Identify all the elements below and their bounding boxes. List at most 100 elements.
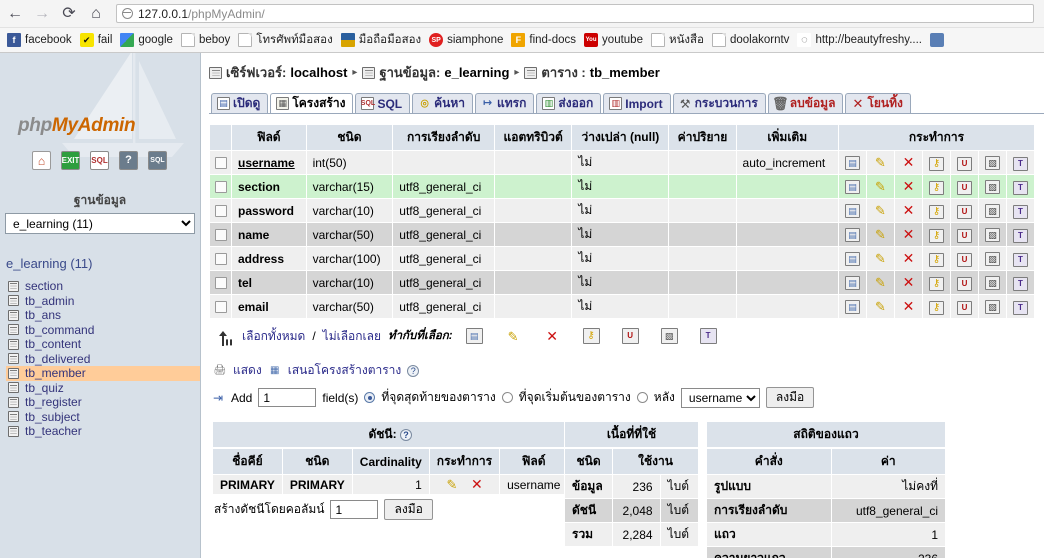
action-cell[interactable]: ⚷ [923,151,951,175]
drop-column-icon[interactable]: ✕ [901,203,916,217]
add-index-icon[interactable]: ▧ [985,204,1000,218]
edit-column-icon[interactable]: ✎ [873,275,888,289]
action-cell[interactable]: ✕ [895,199,923,223]
tab-struct[interactable]: ▦โครงสร้าง [270,93,353,113]
action-cell[interactable]: ▧ [979,175,1007,199]
sidebar-table-tb_ans[interactable]: tb_ans [6,308,200,323]
bookmark-item[interactable]: Youyoutube [581,32,648,48]
bookmark-item[interactable]: ◌http://beautyfreshy.... [794,32,927,48]
sidebar-table-tb_member[interactable]: tb_member [6,366,200,381]
drop-column-icon[interactable]: ✕ [901,251,916,265]
add-index-icon[interactable]: ▧ [985,156,1000,170]
drop-column-icon[interactable]: ✕ [901,299,916,313]
browse-column-icon[interactable]: ▤ [845,228,860,242]
action-cell[interactable]: ✕ [895,295,923,319]
primary-key-icon[interactable]: ⚷ [929,157,944,171]
tab-browse[interactable]: ▤เปิดดู [211,93,268,113]
sidebar-table-tb_delivered[interactable]: tb_delivered [6,352,200,367]
edit-column-icon[interactable]: ✎ [873,179,888,193]
browse-column-icon[interactable]: ▤ [845,300,860,314]
edit-column-icon[interactable]: ✎ [873,299,888,313]
add-index-icon[interactable]: ▧ [985,276,1000,290]
action-cell[interactable]: ▧ [979,271,1007,295]
fulltext-index-icon[interactable]: T [1013,277,1028,291]
action-cell[interactable]: ✕ [895,175,923,199]
index-action-cell[interactable]: ✎✕ [429,475,499,495]
add-field-count-input[interactable] [258,388,316,407]
action-cell[interactable]: U [951,199,979,223]
bookmark-item[interactable]: SPsiamphone [426,32,508,48]
fulltext-index-icon[interactable]: T [1013,181,1028,195]
structure-row[interactable]: sectionvarchar(15)utf8_general_ciไม่▤✎✕⚷… [210,175,1035,199]
sidebar-table-tb_admin[interactable]: tb_admin [6,294,200,309]
sql-icon[interactable]: SQL [90,151,109,170]
browse-column-icon[interactable]: ▤ [845,180,860,194]
action-cell[interactable]: ▤ [839,271,867,295]
drop-column-icon[interactable]: ✕ [901,227,916,241]
unique-index-icon[interactable]: U [957,181,972,195]
action-cell[interactable]: ✎ [867,271,895,295]
action-cell[interactable]: ▤ [839,175,867,199]
action-cell[interactable]: ⚷ [923,247,951,271]
unique-index-icon[interactable]: U [957,229,972,243]
fulltext-index-icon[interactable]: T [1013,229,1028,243]
row-checkbox-cell[interactable] [210,175,232,199]
action-cell[interactable]: ▤ [839,223,867,247]
action-cell[interactable]: ✎ [867,295,895,319]
row-checkbox[interactable] [215,181,227,193]
browse-column-icon[interactable]: ▤ [845,252,860,266]
action-cell[interactable]: T [1007,271,1035,295]
browse-column-icon[interactable]: ▤ [845,276,860,290]
bookmark-item[interactable]: หนังสือ [648,30,709,50]
help-icon[interactable]: ? [407,365,419,377]
tab-export[interactable]: ▥ส่งออก [536,93,601,113]
action-cell[interactable]: ▧ [979,199,1007,223]
with-selected-fulltext-index-icon[interactable]: T [700,328,717,344]
with-selected-browse-column-icon[interactable]: ▤ [466,328,483,344]
with-selected-unique-index-icon[interactable]: U [622,328,639,344]
row-checkbox[interactable] [215,229,227,241]
action-cell[interactable]: ⚷ [923,223,951,247]
action-cell[interactable]: ✕ [895,271,923,295]
browse-column-icon[interactable]: ▤ [845,156,860,170]
bookmark-item[interactable]: Ffind-docs [508,32,581,48]
structure-row[interactable]: usernameint(50)ไม่auto_increment▤✎✕⚷U▧T [210,151,1035,175]
check-all-link[interactable]: เลือกทั้งหมด [242,327,305,346]
bookmark-item[interactable]: ✔fail [77,32,118,48]
tab-sql[interactable]: SQLSQL [355,93,410,113]
action-cell[interactable]: ⚷ [923,271,951,295]
tab-empty[interactable]: 🗑ลบข้อมูล [768,93,844,113]
address-bar[interactable]: 127.0.0.1/phpMyAdmin/ [116,4,1034,23]
action-cell[interactable]: T [1007,199,1035,223]
action-cell[interactable]: ▧ [979,151,1007,175]
unique-index-icon[interactable]: U [957,205,972,219]
tab-drop[interactable]: ✕โยนทิ้ง [845,93,910,113]
action-cell[interactable]: T [1007,175,1035,199]
unique-index-icon[interactable]: U [957,157,972,171]
add-index-icon[interactable]: ▧ [985,300,1000,314]
back-icon[interactable]: ← [6,5,24,23]
action-cell[interactable]: ✎ [867,223,895,247]
add-index-icon[interactable]: ▧ [985,180,1000,194]
action-cell[interactable]: ⚷ [923,199,951,223]
drop-index-icon[interactable]: ✕ [469,477,484,491]
action-cell[interactable]: ▤ [839,295,867,319]
with-selected-edit-column-icon[interactable]: ✎ [505,328,522,344]
edit-column-icon[interactable]: ✎ [873,203,888,217]
row-checkbox-cell[interactable] [210,295,232,319]
row-checkbox[interactable] [215,205,227,217]
bookmark-item[interactable]: มือถือมือสอง [338,30,426,50]
reload-icon[interactable]: ⟳ [60,5,78,23]
browse-column-icon[interactable]: ▤ [845,204,860,218]
database-select[interactable]: e_learning (11) [5,213,195,234]
action-cell[interactable]: U [951,175,979,199]
drop-column-icon[interactable]: ✕ [901,275,916,289]
action-cell[interactable]: ✕ [895,151,923,175]
structure-row[interactable]: telvarchar(10)utf8_general_ciไม่▤✎✕⚷U▧T [210,271,1035,295]
home-icon[interactable]: ⌂ [87,5,105,23]
sidebar-table-tb_teacher[interactable]: tb_teacher [6,424,200,439]
action-cell[interactable]: ✎ [867,151,895,175]
action-cell[interactable]: ✕ [895,223,923,247]
structure-row[interactable]: addressvarchar(100)utf8_general_ciไม่▤✎✕… [210,247,1035,271]
edit-column-icon[interactable]: ✎ [873,227,888,241]
